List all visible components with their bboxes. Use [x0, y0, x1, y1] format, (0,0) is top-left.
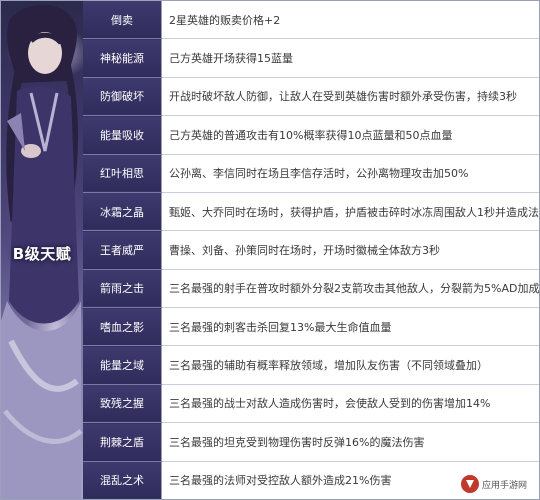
talent-name: 嗜血之影: [83, 307, 162, 347]
site-watermark: 应用手游网: [457, 473, 533, 495]
site-logo-icon: [460, 475, 479, 493]
talent-description: 开战时破坏敌人防御，让敌人在受到英雄伤害时额外承受伤害，持续3秒: [161, 77, 539, 117]
talent-row: 能量吸收 己方英雄的普通攻击有10%概率获得10点蓝量和50点血量: [83, 115, 539, 155]
talent-description: 己方英雄开场获得15蓝量: [161, 38, 539, 78]
talent-name: 荆棘之盾: [83, 422, 162, 462]
talent-description: 公孙离、李信同时在场且李信存活时，公孙离物理攻击加50%: [161, 154, 539, 193]
talent-name: 冰霜之晶: [83, 192, 162, 232]
talent-description: 三名最强的战士对敌人造成伤害时，会使敌人受到的伤害增加14%: [161, 384, 539, 424]
hero-portrait: B级天赋: [1, 1, 83, 499]
talent-name: 箭雨之击: [83, 269, 162, 309]
talent-description: 曹操、刘备、孙策同时在场时，开场时徽械全体敌方3秒: [161, 230, 539, 270]
talent-tier-label: B级天赋: [12, 244, 72, 263]
talent-description: 三名最强的射手在普攻时额外分裂2支箭攻击其他敌人，分裂箭为5%AD加成: [161, 269, 539, 309]
talent-table: 倒卖 2星英雄的贩卖价格+2 神秘能源 己方英雄开场获得15蓝量 防御破坏 开战时破坏敌人…: [83, 1, 539, 499]
talent-name: 能量之域: [83, 345, 162, 385]
talent-row: 嗜血之影 三名最强的刺客击杀回复13%最大生命值血量: [83, 307, 539, 347]
talent-row: 箭雨之击 三名最强的射手在普攻时额外分裂2支箭攻击其他敌人，分裂箭为5%AD加成: [83, 269, 539, 309]
talent-row: 能量之域 三名最强的辅助有概率释放领域，增加队友伤害（不同领域叠加）: [83, 345, 539, 385]
talent-description: 甄姬、大乔同时在场时，获得护盾，护盾被击碎时冰冻周围敌人1秒并造成法术伤害: [161, 192, 539, 232]
talent-name: 倒卖: [83, 1, 162, 40]
talent-name: 王者威严: [83, 230, 162, 270]
talent-name: 防御破坏: [83, 77, 162, 117]
talent-description: 三名最强的坦克受到物理伤害时反弹16%的魔法伤害: [161, 422, 539, 462]
talent-name: 神秘能源: [83, 38, 162, 78]
talent-row: 致残之握 三名最强的战士对敌人造成伤害时，会使敌人受到的伤害增加14%: [83, 384, 539, 424]
talent-name: 红叶相思: [83, 154, 162, 193]
talent-row: 防御破坏 开战时破坏敌人防御，让敌人在受到英雄伤害时额外承受伤害，持续3秒: [83, 77, 539, 117]
talent-row: 神秘能源 己方英雄开场获得15蓝量: [83, 38, 539, 78]
talent-row: 红叶相思 公孙离、李信同时在场且李信存活时，公孙离物理攻击加50%: [83, 154, 539, 193]
talent-name: 混乱之术: [83, 461, 162, 499]
talent-info-card: B级天赋 倒卖 2星英雄的贩卖价格+2 神秘能源 己方英雄开场获得15蓝量 防御破坏 开战…: [0, 0, 540, 500]
talent-row: 王者威严 曹操、刘备、孙策同时在场时，开场时徽械全体敌方3秒: [83, 230, 539, 270]
talent-description: 己方英雄的普通攻击有10%概率获得10点蓝量和50点血量: [161, 115, 539, 155]
watermark-text: 应用手游网: [481, 480, 527, 491]
talent-row: 荆棘之盾 三名最强的坦克受到物理伤害时反弹16%的魔法伤害: [83, 422, 539, 462]
talent-row: 冰霜之晶 甄姬、大乔同时在场时，获得护盾，护盾被击碎时冰冻周围敌人1秒并造成法术伤…: [83, 192, 539, 232]
talent-description: 三名最强的刺客击杀回复13%最大生命值血量: [161, 307, 539, 347]
talent-name: 致残之握: [83, 384, 162, 424]
talent-description: 三名最强的辅助有概率释放领域，增加队友伤害（不同领域叠加）: [161, 345, 539, 385]
talent-row: 倒卖 2星英雄的贩卖价格+2: [83, 1, 539, 40]
talent-name: 能量吸收: [83, 115, 162, 155]
talent-description: 2星英雄的贩卖价格+2: [161, 1, 539, 40]
